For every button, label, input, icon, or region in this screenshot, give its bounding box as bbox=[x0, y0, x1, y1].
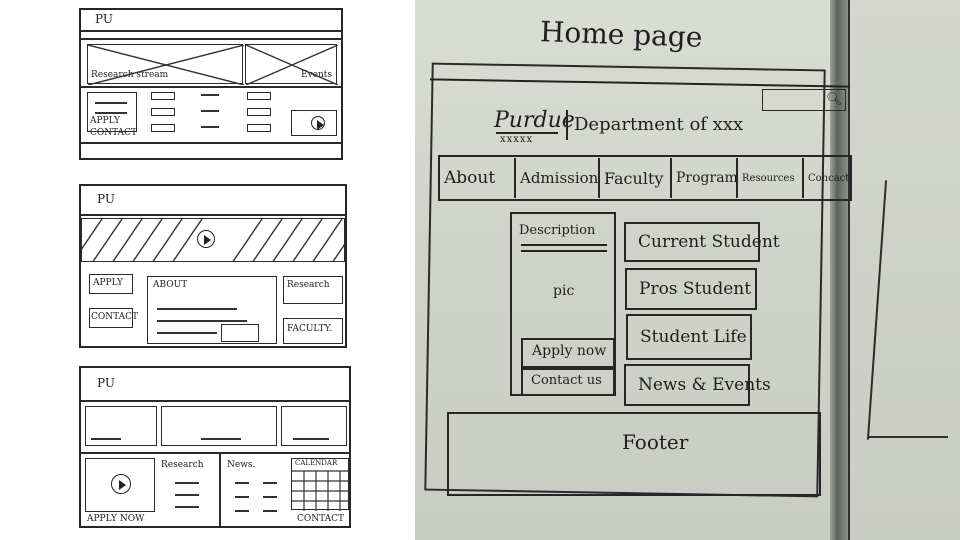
sketch3-mini-line bbox=[175, 506, 199, 508]
sketch1-small-box bbox=[247, 108, 271, 116]
sketch1-events-label: Events bbox=[301, 70, 333, 80]
picture-placeholder: pic bbox=[553, 283, 575, 299]
play-icon bbox=[111, 474, 131, 494]
sketch3-banner-2 bbox=[161, 406, 277, 446]
sketch1-logo: PU bbox=[95, 12, 113, 26]
search-icon[interactable]: 🔍︎ bbox=[826, 92, 843, 107]
sketch2-header-divider bbox=[81, 214, 345, 216]
sketch1-small-box bbox=[151, 124, 175, 132]
wireframe-sketch-3: PU APPLY NOW Research News. CALENDAR CON… bbox=[79, 366, 351, 528]
sketch3-apply-label: APPLY NOW bbox=[87, 514, 145, 524]
page-title: Home page bbox=[539, 15, 703, 54]
nav-item-resources[interactable]: Resources bbox=[738, 158, 804, 198]
board-panel-edge bbox=[848, 0, 850, 540]
sketch1-mini-line bbox=[201, 94, 219, 96]
sketch3-calendar-label: CALENDAR bbox=[295, 459, 338, 467]
contact-us-label: Contact us bbox=[531, 373, 602, 388]
sketch1-mini-line bbox=[201, 126, 219, 128]
sketch3-mini-line bbox=[263, 482, 277, 484]
sketch3-research-label: Research bbox=[161, 460, 204, 470]
sketch1-contact-label: CONTACT bbox=[90, 128, 138, 138]
board-panel-sketch-line bbox=[868, 436, 948, 438]
play-icon bbox=[311, 116, 325, 131]
sketch3-banner-3 bbox=[281, 406, 347, 446]
sketch2-about-label: ABOUT bbox=[153, 280, 188, 290]
footer-label: Footer bbox=[622, 430, 689, 454]
sketch2-contact-label: CONTACT bbox=[91, 312, 139, 322]
sketch3-mini-line bbox=[235, 496, 249, 498]
board-panel-sketch-line bbox=[866, 180, 888, 440]
department-name: Department of xxx bbox=[574, 114, 744, 135]
current-student-card[interactable]: Current Student bbox=[624, 222, 780, 262]
news-events-card[interactable]: News & Events bbox=[624, 364, 771, 406]
sketch1-research-label: Research stream bbox=[91, 70, 169, 80]
description-underline bbox=[521, 244, 607, 246]
sketch1-small-box bbox=[247, 92, 271, 100]
student-life-card[interactable]: Student Life bbox=[626, 314, 752, 360]
sketch3-column-divider bbox=[219, 454, 221, 528]
sketch1-mini-line bbox=[95, 112, 127, 114]
sketch2-mini-line bbox=[157, 332, 217, 334]
wireframe-sketch-2: PU APPLY CONTACT ABOUT Research FACULTY. bbox=[79, 184, 347, 348]
nav-item-program[interactable]: Program bbox=[672, 158, 738, 198]
description-underline bbox=[521, 250, 607, 252]
sketch1-small-box bbox=[151, 108, 175, 116]
description-label: Description bbox=[519, 223, 596, 238]
whiteboard-frame-edge bbox=[830, 0, 848, 540]
footer bbox=[447, 412, 821, 496]
sketch1-small-box bbox=[151, 92, 175, 100]
prospective-student-card[interactable]: Pros Student bbox=[625, 268, 757, 310]
paper-sketches: PU Research stream Events APPLY CONTACT bbox=[0, 0, 415, 540]
sketch3-logo: PU bbox=[97, 376, 115, 390]
sketch3-banner-1 bbox=[85, 406, 157, 446]
nav-item-about[interactable]: About bbox=[440, 158, 516, 198]
sketch3-news-label: News. bbox=[227, 460, 256, 470]
play-icon bbox=[197, 230, 215, 248]
sketch3-header-divider bbox=[81, 400, 349, 402]
sketch2-mini-line bbox=[157, 308, 237, 310]
sketch3-mini-line bbox=[235, 482, 249, 484]
sketch1-small-box bbox=[247, 124, 271, 132]
sketch3-mini-line bbox=[235, 510, 249, 512]
sketch2-faculty-label: FACULTY. bbox=[287, 324, 333, 334]
sketch3-mini-line bbox=[293, 438, 329, 440]
sketch3-mini-line bbox=[175, 494, 199, 496]
sketch3-mini-line bbox=[263, 496, 277, 498]
sketch3-mini-line bbox=[91, 438, 121, 440]
sketch2-research-label: Research bbox=[287, 280, 330, 290]
sketch3-mini-line bbox=[175, 482, 199, 484]
sketch3-mini-line bbox=[201, 438, 241, 440]
nav-item-faculty[interactable]: Faculty bbox=[600, 158, 672, 198]
sketch1-header-divider bbox=[81, 30, 341, 32]
sketch3-content-divider bbox=[81, 452, 349, 454]
sketch3-contact-label: CONTACT bbox=[297, 514, 345, 524]
logo-divider bbox=[566, 110, 568, 140]
sketch1-mini-line bbox=[201, 110, 219, 112]
sketch1-mini-line bbox=[95, 102, 127, 104]
logo-subtext: xxxxx bbox=[500, 134, 534, 145]
wireframe-sketch-1: PU Research stream Events APPLY CONTACT bbox=[79, 8, 343, 160]
sketch2-logo: PU bbox=[97, 192, 115, 206]
nav-item-contact[interactable]: Concact bbox=[804, 158, 852, 198]
whiteboard-second-panel bbox=[848, 0, 960, 540]
sketch2-apply-label: APPLY bbox=[93, 278, 123, 288]
sketch1-footer-divider bbox=[81, 142, 341, 144]
sketch1-content-divider bbox=[81, 86, 341, 88]
apply-now-label: Apply now bbox=[532, 343, 607, 359]
sketch2-image-box bbox=[221, 324, 259, 342]
sketch2-mini-line bbox=[157, 320, 247, 322]
nav-item-admission[interactable]: Admission bbox=[516, 158, 600, 198]
site-logo[interactable]: Purdue bbox=[494, 108, 575, 133]
sketch3-mini-line bbox=[263, 510, 277, 512]
sketch1-apply-label: APPLY bbox=[90, 116, 120, 126]
sketch1-nav-divider bbox=[81, 38, 341, 40]
